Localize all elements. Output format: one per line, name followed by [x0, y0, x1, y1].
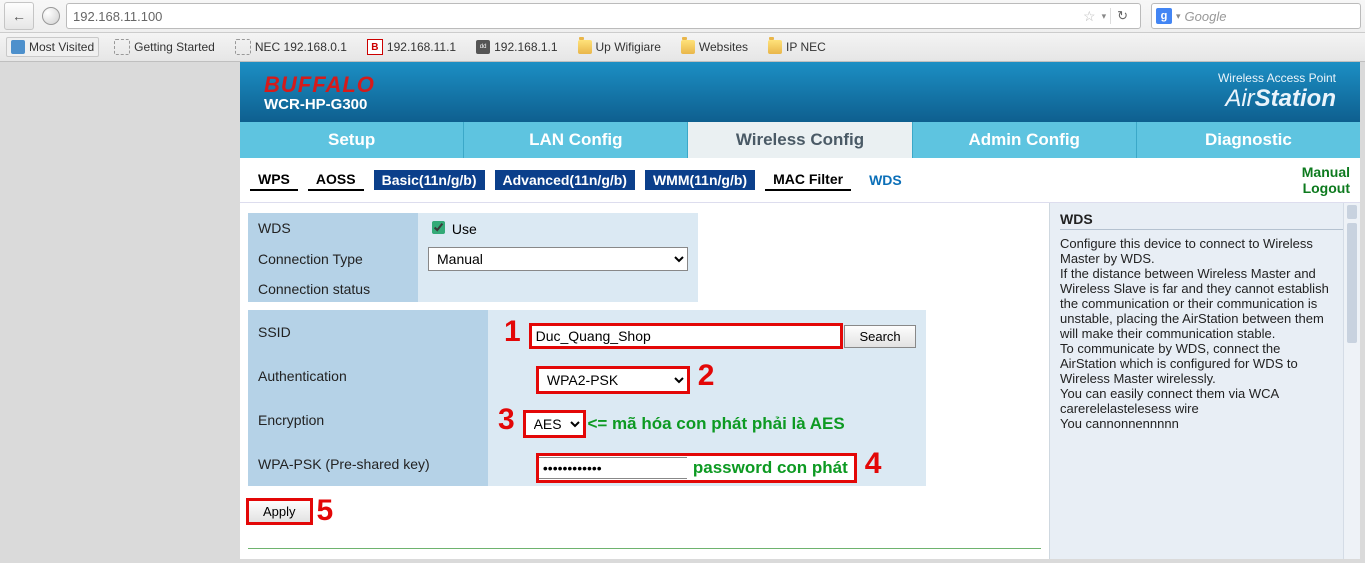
airstation-logo: AirStation — [1218, 85, 1336, 113]
page-background: BUFFALO WCR-HP-G300 Wireless Access Poin… — [0, 62, 1365, 563]
bookmark-nec[interactable]: NEC 192.168.0.1 — [230, 36, 352, 58]
browser-chrome: ← 192.168.11.100 ☆ ▾ ↻ g ▾ Google Most V… — [0, 0, 1365, 62]
addr-dropdown-icon[interactable]: ▾ — [1102, 11, 1107, 22]
psk-note: password con phát — [687, 455, 855, 481]
subtab-wds[interactable]: WDS — [861, 170, 910, 190]
bookmark-192-168-1-1[interactable]: dd192.168.1.1 — [471, 37, 562, 57]
annotation-2: 2 — [692, 359, 721, 392]
admin-panel: BUFFALO WCR-HP-G300 Wireless Access Poin… — [240, 62, 1360, 559]
conn-type-select[interactable]: Manual — [428, 247, 688, 271]
conn-status-value — [418, 276, 698, 302]
wds-use-checkbox[interactable] — [432, 221, 445, 234]
enc-select[interactable]: AES — [525, 412, 584, 436]
tab-wireless-config[interactable]: Wireless Config — [688, 122, 912, 158]
bookmark-most-visited[interactable]: Most Visited — [6, 37, 99, 57]
model-name: WCR-HP-G300 — [264, 96, 375, 113]
auth-label: Authentication — [248, 354, 488, 398]
subtab-wps[interactable]: WPS — [250, 169, 298, 191]
tab-diagnostic[interactable]: Diagnostic — [1137, 122, 1360, 158]
tab-lan-config[interactable]: LAN Config — [464, 122, 688, 158]
bookmark-192-168-11-1[interactable]: B192.168.11.1 — [362, 36, 461, 58]
google-icon: g — [1156, 8, 1172, 24]
bookmark-up-wifigiare[interactable]: Up Wifigiare — [573, 37, 666, 57]
conn-type-label: Connection Type — [248, 242, 418, 276]
subtab-basic[interactable]: Basic(11n/g/b) — [374, 170, 485, 190]
admin-header: BUFFALO WCR-HP-G300 Wireless Access Poin… — [240, 62, 1360, 122]
header-links: Manual Logout — [1302, 164, 1350, 196]
main-tabs: Setup LAN Config Wireless Config Admin C… — [240, 122, 1360, 158]
sub-tabs: WPS AOSS Basic(11n/g/b) Advanced(11n/g/b… — [240, 158, 1360, 203]
search-box[interactable]: g ▾ Google — [1151, 3, 1361, 29]
brand-logo: BUFFALO — [264, 72, 375, 98]
tab-admin-config[interactable]: Admin Config — [913, 122, 1137, 158]
annotation-5: 5 — [311, 494, 340, 528]
enc-label: Encryption — [248, 398, 488, 442]
bookmark-ip-nec[interactable]: IP NEC — [763, 37, 831, 57]
wds-value-cell: Use — [418, 213, 698, 242]
conn-status-label: Connection status — [248, 276, 418, 302]
divider — [248, 548, 1041, 549]
link-logout[interactable]: Logout — [1303, 180, 1350, 196]
wds-basic-table: WDS Use Connection Type Manual Conn — [248, 213, 698, 302]
ssid-input[interactable] — [531, 325, 841, 347]
psk-label: WPA-PSK (Pre-shared key) — [248, 442, 488, 486]
wds-wireless-table: SSID 1 Search Authentication WPA2-PSK 2 — [248, 310, 926, 486]
bookmark-websites[interactable]: Websites — [676, 37, 753, 57]
bookmark-getting-started[interactable]: Getting Started — [109, 36, 220, 58]
search-placeholder: Google — [1185, 9, 1227, 24]
wds-use-text: Use — [452, 221, 477, 237]
auth-select[interactable]: WPA2-PSK — [538, 368, 688, 392]
search-button[interactable]: Search — [844, 325, 915, 348]
annotation-1: 1 — [498, 315, 527, 348]
psk-input[interactable] — [538, 457, 687, 479]
ssid-label: SSID — [248, 310, 488, 354]
subtab-mac-filter[interactable]: MAC Filter — [765, 169, 851, 191]
wds-label: WDS — [248, 213, 418, 242]
subtab-advanced[interactable]: Advanced(11n/g/b) — [495, 170, 635, 190]
globe-icon — [42, 7, 60, 25]
tab-setup[interactable]: Setup — [240, 122, 464, 158]
search-engine-dropdown-icon[interactable]: ▾ — [1176, 11, 1181, 22]
reload-button[interactable]: ↻ — [1110, 8, 1134, 24]
help-body: Configure this device to connect to Wire… — [1060, 236, 1350, 431]
help-panel: WDS Configure this device to connect to … — [1049, 203, 1360, 559]
scrollbar[interactable] — [1343, 203, 1360, 559]
help-title: WDS — [1060, 211, 1350, 227]
form-area: WDS Use Connection Type Manual Conn — [240, 203, 1049, 559]
address-bar[interactable]: 192.168.11.100 ☆ ▾ ↻ — [66, 3, 1141, 29]
bookmarks-bar: Most Visited Getting Started NEC 192.168… — [0, 32, 1365, 61]
subtab-aoss[interactable]: AOSS — [308, 169, 364, 191]
back-button[interactable]: ← — [4, 2, 34, 30]
subtab-wmm[interactable]: WMM(11n/g/b) — [645, 170, 755, 190]
link-manual[interactable]: Manual — [1302, 164, 1350, 180]
apply-button[interactable]: Apply — [248, 500, 311, 523]
bookmark-star-icon[interactable]: ☆ — [1083, 8, 1096, 25]
annotation-4: 4 — [859, 447, 888, 480]
airstation-subtitle: Wireless Access Point — [1218, 71, 1336, 85]
enc-note: <= mã hóa con phát phải là AES — [587, 414, 844, 433]
url-text: 192.168.11.100 — [73, 9, 1077, 24]
annotation-3: 3 — [492, 403, 521, 436]
